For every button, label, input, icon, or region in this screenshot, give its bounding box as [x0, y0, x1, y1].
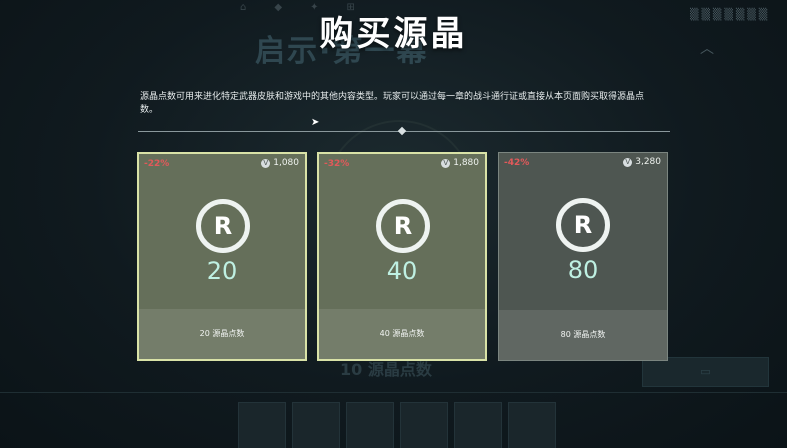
background-thumbnail [400, 402, 448, 448]
discount-badge: -22% [144, 159, 170, 169]
radianite-icon: R [196, 199, 250, 253]
vp-icon: V [623, 157, 633, 167]
price-tag: V 3,280 [623, 157, 661, 167]
price-value: 1,080 [273, 158, 299, 168]
package-label: 80 源晶点数 [499, 310, 667, 360]
modal-description: 源晶点数可用来进化特定武器皮肤和游戏中的其他内容类型。玩家可以通过每一章的战斗通… [140, 92, 645, 115]
background-thumbnail [454, 402, 502, 448]
background-button: ▭ [642, 357, 769, 387]
background-thumbnail-row [238, 402, 556, 448]
mouse-cursor-icon: ➤ [311, 117, 320, 128]
radianite-icon: R [556, 198, 610, 252]
vp-icon: V [261, 158, 271, 168]
price-value: 1,880 [453, 158, 479, 168]
discount-badge: -42% [504, 158, 530, 168]
package-label: 40 源晶点数 [319, 309, 485, 359]
modal-title: 购买源晶 [319, 14, 468, 54]
background-thumbnail [238, 402, 286, 448]
background-thumbnail [508, 402, 556, 448]
purchase-radianite-screen: ⌂ ◆ ✦ ⊞ 启示·第一幕 ▒▒▒▒▒▒▒ ︿ 10 源晶点数 ▭ 购买源晶 … [0, 0, 787, 448]
points-amount: 40 [386, 257, 418, 285]
package-card-20[interactable]: -22% V 1,080 R 20 20 源晶点数 [137, 152, 307, 361]
package-card-40[interactable]: -32% V 1,880 R 40 40 源晶点数 [317, 152, 487, 361]
price-tag: V 1,080 [261, 158, 299, 168]
price-value: 3,280 [635, 157, 661, 167]
radianite-icon: R [376, 199, 430, 253]
package-card-80[interactable]: -42% V 3,280 R 80 80 源晶点数 [498, 152, 668, 361]
background-thumbnail [292, 402, 340, 448]
vp-icon: V [441, 158, 451, 168]
background-divider [0, 392, 787, 393]
points-amount: 80 [567, 256, 599, 284]
background-thumbnail [346, 402, 394, 448]
discount-badge: -32% [324, 159, 350, 169]
package-label: 20 源晶点数 [139, 309, 305, 359]
price-tag: V 1,880 [441, 158, 479, 168]
points-amount: 20 [206, 257, 238, 285]
